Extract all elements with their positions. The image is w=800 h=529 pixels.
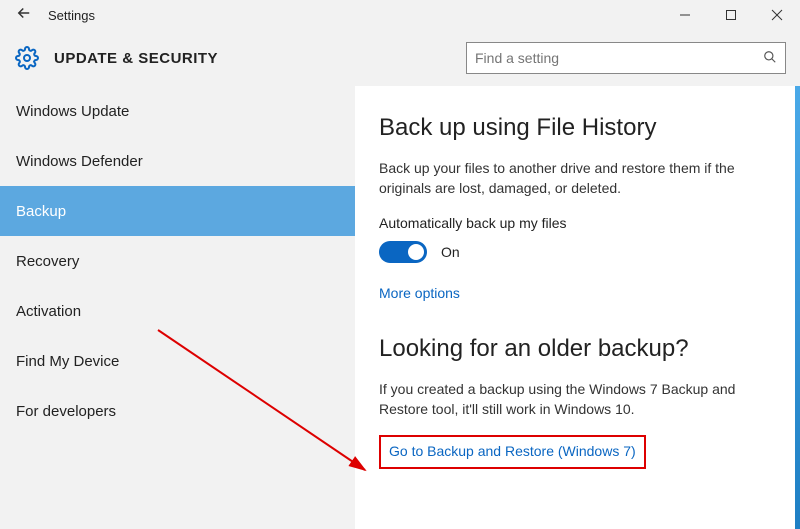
close-button[interactable]	[754, 0, 800, 30]
sidebar-item-windows-update[interactable]: Windows Update	[0, 86, 355, 136]
sidebar-item-backup[interactable]: Backup	[0, 186, 355, 236]
sidebar-item-for-developers[interactable]: For developers	[0, 386, 355, 436]
toggle-state-label: On	[441, 244, 460, 260]
search-input[interactable]	[475, 50, 763, 66]
back-button[interactable]	[0, 4, 48, 27]
sidebar-item-label: Backup	[16, 203, 66, 220]
header: UPDATE & SECURITY	[0, 30, 800, 86]
annotation-highlight: Go to Backup and Restore (Windows 7)	[379, 435, 646, 469]
auto-backup-toggle[interactable]	[379, 241, 427, 263]
sidebar-item-label: Windows Update	[16, 103, 129, 120]
sidebar-item-windows-defender[interactable]: Windows Defender	[0, 136, 355, 186]
sidebar-item-label: Recovery	[16, 253, 79, 270]
heading-file-history: Back up using File History	[379, 114, 776, 142]
description-file-history: Back up your files to another drive and …	[379, 158, 776, 199]
backup-restore-win7-link[interactable]: Go to Backup and Restore (Windows 7)	[389, 443, 636, 459]
section-title: UPDATE & SECURITY	[54, 50, 218, 67]
titlebar: Settings	[0, 0, 800, 30]
gear-icon	[10, 41, 44, 75]
sidebar-item-label: Find My Device	[16, 353, 119, 370]
search-box[interactable]	[466, 42, 786, 74]
sidebar-item-recovery[interactable]: Recovery	[0, 236, 355, 286]
window-title: Settings	[48, 8, 95, 23]
maximize-button[interactable]	[708, 0, 754, 30]
more-options-link[interactable]: More options	[379, 285, 460, 301]
sidebar-item-label: Activation	[16, 303, 81, 320]
heading-older-backup: Looking for an older backup?	[379, 335, 776, 363]
sidebar-item-activation[interactable]: Activation	[0, 286, 355, 336]
sidebar: Windows Update Windows Defender Backup R…	[0, 86, 355, 529]
window-edge-accent	[795, 86, 800, 529]
description-older-backup: If you created a backup using the Window…	[379, 379, 776, 420]
sidebar-item-label: Windows Defender	[16, 153, 143, 170]
sidebar-item-find-my-device[interactable]: Find My Device	[0, 336, 355, 386]
sidebar-item-label: For developers	[16, 403, 116, 420]
minimize-button[interactable]	[662, 0, 708, 30]
toggle-caption: Automatically back up my files	[379, 215, 776, 231]
main-content: Back up using File History Back up your …	[355, 86, 800, 529]
search-icon	[763, 50, 777, 67]
